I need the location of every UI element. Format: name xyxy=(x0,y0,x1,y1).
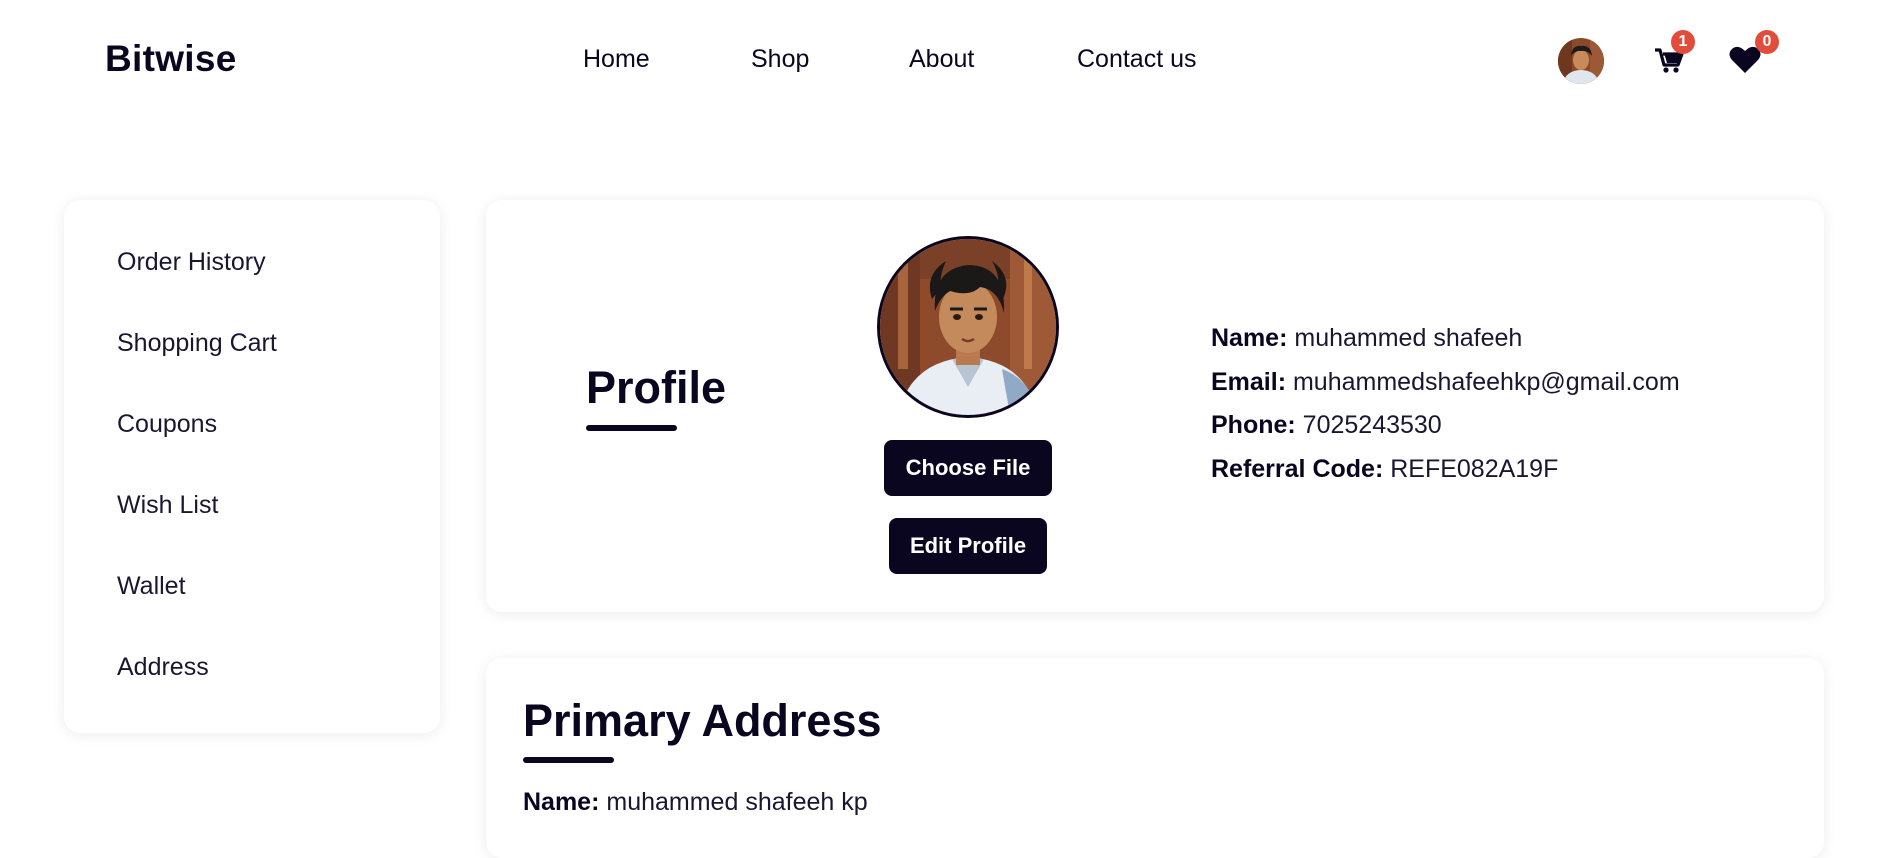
address-name-row: Name: muhammed shafeeh kp xyxy=(523,788,868,817)
choose-file-button[interactable]: Choose File xyxy=(884,440,1052,496)
primary-address-card: Primary Address Name: muhammed shafeeh k… xyxy=(486,658,1824,858)
profile-avatar-image xyxy=(880,239,1056,415)
name-value: muhammed shafeeh xyxy=(1294,324,1523,352)
profile-info: Name: muhammed shafeeh Email: muhammedsh… xyxy=(1211,323,1680,497)
profile-phone-row: Phone: 7025243530 xyxy=(1211,410,1680,454)
cart-button[interactable]: 1 xyxy=(1649,30,1695,80)
sidebar-item-address[interactable]: Address xyxy=(117,652,277,733)
referral-value: REFE082A19F xyxy=(1390,454,1559,483)
sidebar-item-wallet[interactable]: Wallet xyxy=(117,571,277,652)
sidebar-item-order-history[interactable]: Order History xyxy=(117,247,277,328)
wishlist-button[interactable]: 0 xyxy=(1725,30,1779,80)
phone-value: 7025243530 xyxy=(1302,411,1442,439)
profile-title: Profile xyxy=(586,362,727,413)
profile-title-underline xyxy=(586,425,677,431)
cart-count-badge: 1 xyxy=(1671,30,1695,54)
referral-label: Referral Code: xyxy=(1211,454,1384,483)
user-avatar-image xyxy=(1558,38,1604,84)
sidebar-menu: Order History Shopping Cart Coupons Wish… xyxy=(117,247,277,733)
profile-email-row: Email: muhammedshafeehkp@gmail.com xyxy=(1211,367,1680,411)
nav-shop-link[interactable]: Shop xyxy=(751,45,809,74)
site-header: Bitwise Home Shop About Contact us 1 0 xyxy=(0,0,1885,120)
address-name-value: muhammed shafeeh kp xyxy=(606,788,868,816)
nav-home-link[interactable]: Home xyxy=(583,45,650,74)
profile-referral-row: Referral Code: REFE082A19F xyxy=(1211,454,1680,498)
nav-about-link[interactable]: About xyxy=(909,45,974,74)
profile-avatar xyxy=(877,236,1059,418)
sidebar-item-shopping-cart[interactable]: Shopping Cart xyxy=(117,328,277,409)
profile-card: Profile Choose File Edit Profile Name: m… xyxy=(486,200,1824,612)
profile-name-row: Name: muhammed shafeeh xyxy=(1211,323,1680,367)
sidebar-item-wish-list[interactable]: Wish List xyxy=(117,490,277,571)
sidebar-item-coupons[interactable]: Coupons xyxy=(117,409,277,490)
account-sidebar: Order History Shopping Cart Coupons Wish… xyxy=(64,200,440,733)
primary-address-underline xyxy=(523,757,614,763)
phone-label: Phone: xyxy=(1211,411,1296,439)
email-value: muhammedshafeehkp@gmail.com xyxy=(1292,367,1680,396)
nav-contact-link[interactable]: Contact us xyxy=(1077,45,1197,74)
name-label: Name: xyxy=(1211,324,1288,352)
primary-address-title: Primary Address xyxy=(523,695,882,746)
edit-profile-button[interactable]: Edit Profile xyxy=(889,518,1047,574)
email-label: Email: xyxy=(1211,367,1287,396)
header-avatar[interactable] xyxy=(1558,38,1604,84)
address-name-label: Name: xyxy=(523,788,600,816)
wishlist-count-badge: 0 xyxy=(1755,30,1779,54)
